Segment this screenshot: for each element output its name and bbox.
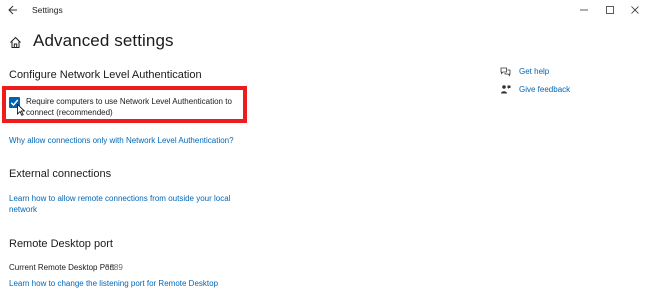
give-feedback-label: Give feedback <box>519 85 571 94</box>
nla-checkbox-label[interactable]: Require computers to use Network Level A… <box>26 96 246 118</box>
change-port-link[interactable]: Learn how to change the listening port f… <box>9 278 218 289</box>
port-value: 3389 <box>105 263 123 272</box>
nla-section-title: Configure Network Level Authentication <box>9 69 202 81</box>
external-connections-link[interactable]: Learn how to allow remote connections fr… <box>9 193 254 215</box>
maximize-icon[interactable] <box>604 4 616 16</box>
title-bar: Settings <box>0 0 650 22</box>
mouse-cursor-icon <box>17 104 25 116</box>
port-label: Current Remote Desktop Port <box>9 263 115 272</box>
window-title: Settings <box>32 5 63 15</box>
external-section-title: External connections <box>9 168 112 180</box>
minimize-icon[interactable] <box>578 4 590 16</box>
close-icon[interactable] <box>629 4 641 16</box>
port-section-title: Remote Desktop port <box>9 238 113 250</box>
help-chat-icon <box>500 67 511 77</box>
get-help-label: Get help <box>519 67 550 76</box>
home-icon[interactable] <box>9 36 22 49</box>
nla-why-link[interactable]: Why allow connections only with Network … <box>9 135 234 146</box>
page-title: Advanced settings <box>33 31 174 50</box>
back-arrow-icon[interactable] <box>8 4 18 16</box>
feedback-icon <box>501 85 511 94</box>
